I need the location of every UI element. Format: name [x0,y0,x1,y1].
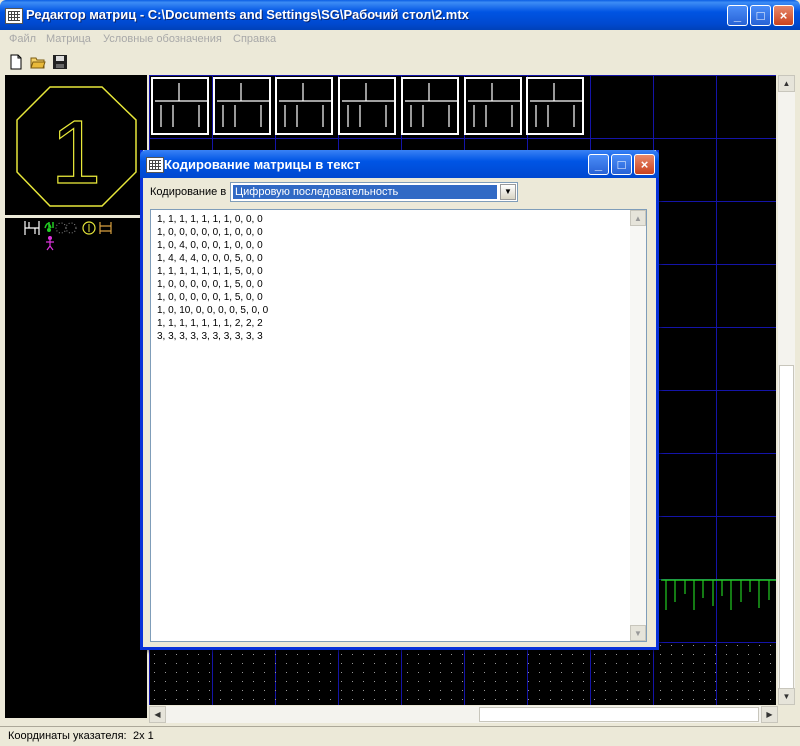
new-file-icon[interactable] [8,54,24,70]
dialog-maximize-button[interactable]: □ [611,154,632,175]
dialog-title: Кодирование матрицы в текст [164,157,361,172]
statusbar: Координаты указателя: 2x 1 [0,726,800,746]
pointer-coords-value: 2x 1 [133,730,154,742]
grass-strip [661,579,776,610]
menubar: Файл Матрица Условные обозначения Справк… [0,30,800,49]
minimize-button[interactable]: _ [727,5,748,26]
dialog-icon [146,157,164,173]
scroll-left-arrow[interactable]: ◀ [149,706,166,723]
app-icon[interactable] [5,8,23,24]
close-button[interactable]: × [773,5,794,26]
chevron-down-icon[interactable]: ▼ [500,184,516,200]
wall-tile[interactable] [338,77,396,135]
scroll-up-arrow[interactable]: ▲ [778,75,795,92]
encoding-select[interactable]: Цифровую последовательность ▼ [230,182,518,202]
vertical-scroll-thumb[interactable] [779,365,794,690]
matrix-preview: 1 [5,75,147,215]
wall-tile[interactable] [275,77,333,135]
horizontal-scrollbar[interactable]: ◀ ▶ [149,706,778,723]
encoding-selected-value: Цифровую последовательность [233,185,497,199]
textarea-scroll-down-arrow[interactable]: ▼ [630,625,646,641]
open-folder-icon[interactable] [30,54,46,70]
textarea-scroll-up-arrow[interactable]: ▲ [630,210,646,226]
window-title: Редактор матриц - C:\Documents and Setti… [26,7,469,22]
grass-element-icon[interactable] [44,222,54,232]
vertical-scrollbar[interactable]: ▲ ▼ [778,75,795,705]
scroll-down-arrow[interactable]: ▼ [778,688,795,705]
wall-tile[interactable] [151,77,209,135]
ladder-element-icon[interactable] [99,222,112,234]
wall-tile[interactable] [401,77,459,135]
main-titlebar[interactable]: Редактор матриц - C:\Documents and Setti… [0,0,800,30]
horizontal-scroll-thumb[interactable] [479,707,759,722]
dialog-close-button[interactable]: × [634,154,655,175]
menu-legend[interactable]: Условные обозначения [103,33,222,45]
element-palette[interactable] [5,218,147,718]
player-figure-icon[interactable] [46,236,54,251]
encoded-text: 1, 1, 1, 1, 1, 1, 1, 0, 0, 0 1, 0, 0, 0,… [157,214,269,342]
save-disk-icon[interactable] [52,54,68,70]
pointer-coords-label: Координаты указателя: [8,730,127,742]
wall-tile[interactable] [464,77,522,135]
dots-element-icon[interactable] [55,222,77,234]
textarea-scrollbar[interactable]: ▲ ▼ [630,210,646,641]
toolbar [0,50,800,74]
preview-digit: 1 [51,103,101,203]
menu-matrix[interactable]: Матрица [46,33,91,45]
dotted-floor [149,641,776,705]
wall-element-icon[interactable] [24,221,40,235]
dialog-titlebar[interactable]: Кодирование матрицы в текст _ □ × [140,150,659,178]
encoding-label: Кодирование в [150,186,227,198]
encoded-text-area[interactable]: 1, 1, 1, 1, 1, 1, 1, 0, 0, 0 1, 0, 0, 0,… [150,209,647,642]
menu-file[interactable]: Файл [9,33,36,45]
scroll-right-arrow[interactable]: ▶ [761,706,778,723]
maximize-button[interactable]: □ [750,5,771,26]
coin-element-icon[interactable] [82,221,96,235]
menu-help[interactable]: Справка [233,33,276,45]
dialog-minimize-button[interactable]: _ [588,154,609,175]
wall-tile[interactable] [526,77,584,135]
wall-tile[interactable] [213,77,271,135]
